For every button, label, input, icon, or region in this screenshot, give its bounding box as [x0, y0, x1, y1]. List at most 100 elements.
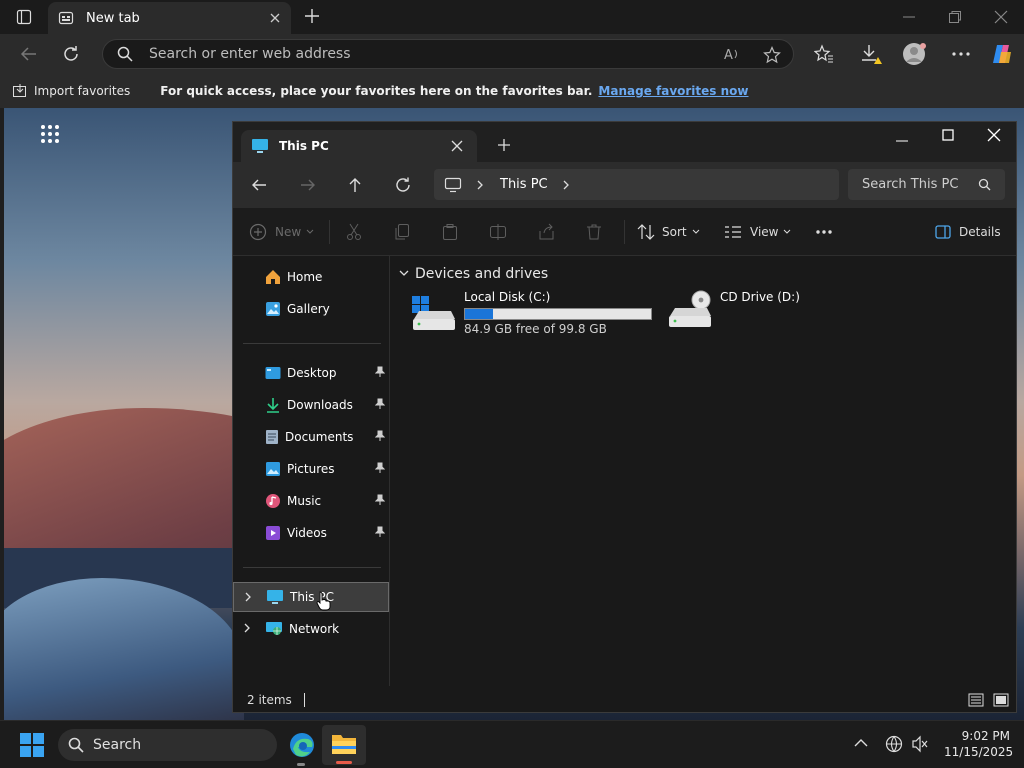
sidebar-item-desktop[interactable]: Desktop [233, 358, 389, 388]
restore-icon[interactable] [948, 10, 962, 24]
close-window-icon[interactable] [987, 128, 1001, 142]
share-icon[interactable] [538, 208, 556, 256]
view-label: View [750, 225, 779, 239]
drive-item-c[interactable]: Local Disk (C:) 84.9 GB free of 99.8 GB [411, 290, 652, 336]
pin-icon[interactable] [375, 430, 385, 442]
rename-icon[interactable] [489, 208, 507, 256]
sidebar-item-label: This PC [290, 590, 334, 604]
sidebar-item-gallery[interactable]: Gallery [233, 294, 389, 324]
back-icon[interactable] [20, 45, 38, 63]
start-button-icon[interactable] [20, 733, 44, 757]
network-globe-icon[interactable] [885, 735, 903, 753]
minimize-icon[interactable] [902, 10, 916, 24]
music-icon [265, 493, 281, 509]
sidebar-item-label: Desktop [287, 366, 337, 380]
details-button[interactable]: Details [935, 208, 1001, 256]
close-window-icon[interactable] [994, 10, 1008, 24]
maximize-icon[interactable] [941, 128, 955, 142]
chevron-up-icon[interactable] [854, 738, 868, 748]
chevron-down-icon [692, 229, 700, 235]
documents-icon [265, 429, 279, 445]
sidebar-item-network[interactable]: Network [233, 614, 389, 644]
drive-free-space: 84.9 GB free of 99.8 GB [464, 322, 607, 336]
cut-icon[interactable] [346, 208, 362, 256]
refresh-icon[interactable] [395, 177, 411, 193]
sidebar-item-videos[interactable]: Videos [233, 518, 389, 548]
large-icons-view-icon[interactable] [993, 693, 1009, 707]
navigation-pane: Home Gallery Desktop Downloads Documents… [233, 256, 390, 686]
see-more-icon[interactable] [816, 208, 832, 256]
view-button[interactable]: View [724, 208, 791, 256]
sidebar-item-pictures[interactable]: Pictures [233, 454, 389, 484]
file-explorer-icon [331, 732, 357, 756]
breadcrumb[interactable]: This PC [434, 169, 839, 200]
gallery-icon [265, 301, 281, 317]
pin-icon[interactable] [375, 462, 385, 474]
address-bar[interactable]: Search or enter web address A [102, 39, 794, 69]
explorer-taskbar-button[interactable] [322, 725, 366, 765]
chevron-right-icon[interactable] [562, 179, 570, 191]
more-options-icon[interactable] [952, 52, 970, 56]
network-icon [265, 621, 283, 637]
drive-item-d[interactable]: CD Drive (D:) [667, 290, 800, 330]
manage-favorites-link[interactable]: Manage favorites now [598, 84, 748, 98]
refresh-icon[interactable] [62, 45, 80, 63]
delete-icon[interactable] [586, 208, 602, 256]
favorite-star-icon[interactable] [763, 46, 781, 64]
up-icon[interactable] [347, 177, 363, 193]
copilot-icon[interactable] [990, 42, 1014, 66]
chevron-right-icon[interactable] [244, 592, 252, 602]
pin-icon[interactable] [375, 526, 385, 538]
clock[interactable]: 9:02 PM 11/15/2025 [944, 728, 1013, 760]
command-bar: New Sort View Details [233, 208, 1016, 256]
read-aloud-icon[interactable]: A [723, 46, 741, 62]
edge-browser-icon[interactable] [288, 731, 316, 759]
sort-button[interactable]: Sort [637, 208, 700, 256]
details-view-icon[interactable] [968, 693, 984, 707]
new-tab-icon[interactable] [304, 8, 320, 24]
pictures-icon [265, 461, 281, 477]
explorer-search-input[interactable]: Search This PC [848, 169, 1005, 200]
close-tab-icon[interactable] [269, 12, 281, 24]
profile-avatar[interactable] [902, 41, 928, 67]
downloads-icon[interactable] [860, 44, 882, 66]
paste-icon[interactable] [442, 208, 458, 256]
breadcrumb-item[interactable]: This PC [500, 177, 548, 192]
devices-group-header[interactable]: Devices and drives [399, 266, 548, 282]
pin-icon[interactable] [375, 494, 385, 506]
home-icon [265, 269, 281, 285]
new-button[interactable]: New [249, 208, 314, 256]
explorer-tab[interactable]: This PC [241, 130, 477, 162]
explorer-navbar: This PC Search This PC [233, 162, 1016, 208]
close-tab-icon[interactable] [451, 140, 463, 152]
new-tab-icon[interactable] [497, 138, 511, 152]
taskbar-search[interactable]: Search [58, 729, 277, 761]
sidebar-item-home[interactable]: Home [233, 262, 389, 292]
chevron-down-icon [783, 229, 791, 235]
copy-icon[interactable] [394, 208, 410, 256]
minimize-icon[interactable] [895, 134, 909, 148]
browser-tab[interactable]: New tab [48, 2, 291, 34]
volume-muted-icon[interactable] [911, 735, 929, 753]
back-icon[interactable] [251, 177, 267, 193]
group-title: Devices and drives [415, 266, 549, 282]
active-indicator [336, 761, 352, 764]
sidebar-item-music[interactable]: Music [233, 486, 389, 516]
sidebar-item-this-pc[interactable]: This PC [233, 582, 389, 612]
tab-actions-icon[interactable] [16, 9, 32, 25]
chevron-right-icon[interactable] [243, 623, 251, 633]
sidebar-item-downloads[interactable]: Downloads [233, 390, 389, 420]
sidebar-item-label: Gallery [287, 302, 330, 316]
import-favorites-button[interactable]: Import favorites [34, 84, 130, 98]
favorites-icon[interactable] [814, 44, 834, 64]
sidebar-item-label: Videos [287, 526, 327, 540]
sidebar-item-documents[interactable]: Documents [233, 422, 389, 452]
tab-title: New tab [86, 10, 140, 26]
forward-icon[interactable] [300, 177, 316, 193]
pin-icon[interactable] [375, 398, 385, 410]
pin-icon[interactable] [375, 366, 385, 378]
sidebar-item-label: Home [287, 270, 323, 284]
sidebar-item-label: Pictures [287, 462, 335, 476]
search-icon [117, 46, 133, 62]
app-launcher-icon[interactable] [40, 124, 60, 144]
